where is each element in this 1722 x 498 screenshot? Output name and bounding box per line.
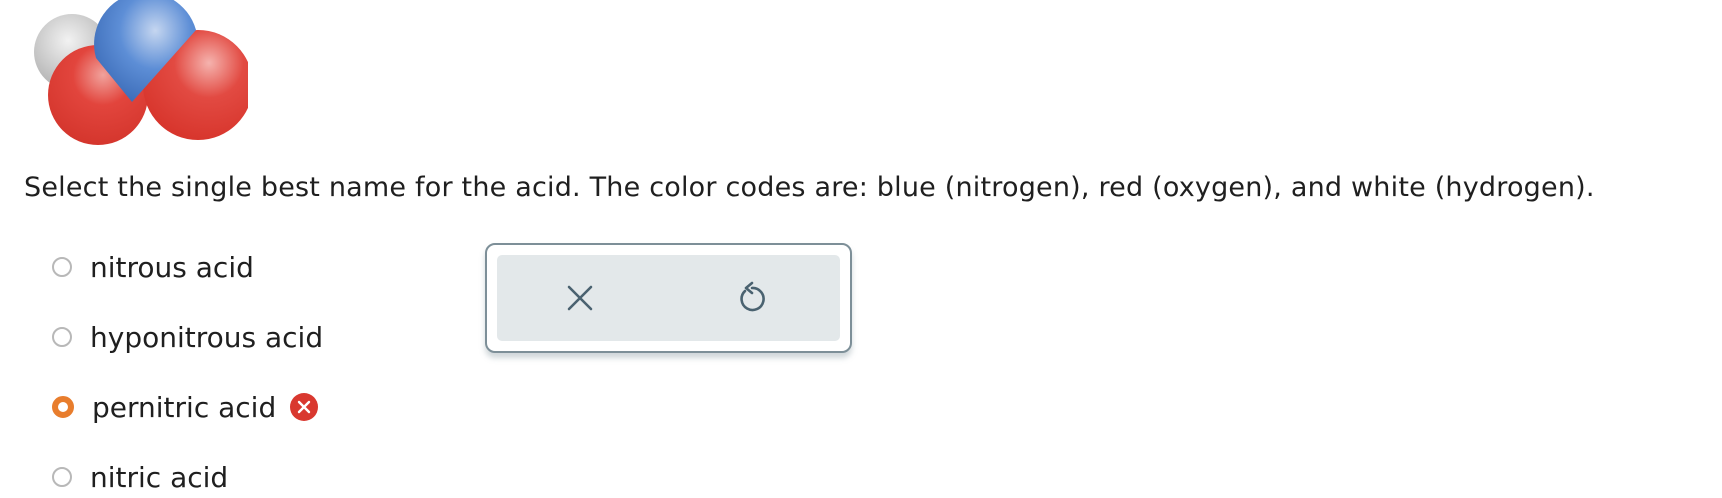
radio-button[interactable] — [52, 467, 72, 487]
option-nitrous-acid[interactable]: nitrous acid — [52, 250, 254, 284]
incorrect-x-icon — [290, 393, 319, 421]
option-label: pernitric acid — [92, 390, 277, 424]
answer-tool-panel — [485, 243, 852, 353]
radio-button-selected[interactable] — [52, 396, 74, 418]
undo-button[interactable] — [728, 274, 776, 322]
x-icon — [567, 285, 593, 311]
molecule-model-image — [34, 0, 248, 145]
undo-icon — [740, 281, 765, 312]
option-hyponitrous-acid[interactable]: hyponitrous acid — [52, 320, 323, 354]
option-label: nitrous acid — [90, 250, 254, 284]
radio-button[interactable] — [52, 327, 72, 347]
option-label: nitric acid — [90, 460, 229, 494]
question-text: Select the single best name for the acid… — [24, 172, 1595, 203]
option-pernitric-acid[interactable]: pernitric acid — [52, 390, 319, 424]
option-nitric-acid[interactable]: nitric acid — [52, 460, 228, 494]
radio-button[interactable] — [52, 257, 72, 277]
option-label: hyponitrous acid — [90, 320, 324, 354]
clear-button[interactable] — [556, 274, 604, 322]
tool-bar — [497, 255, 840, 341]
